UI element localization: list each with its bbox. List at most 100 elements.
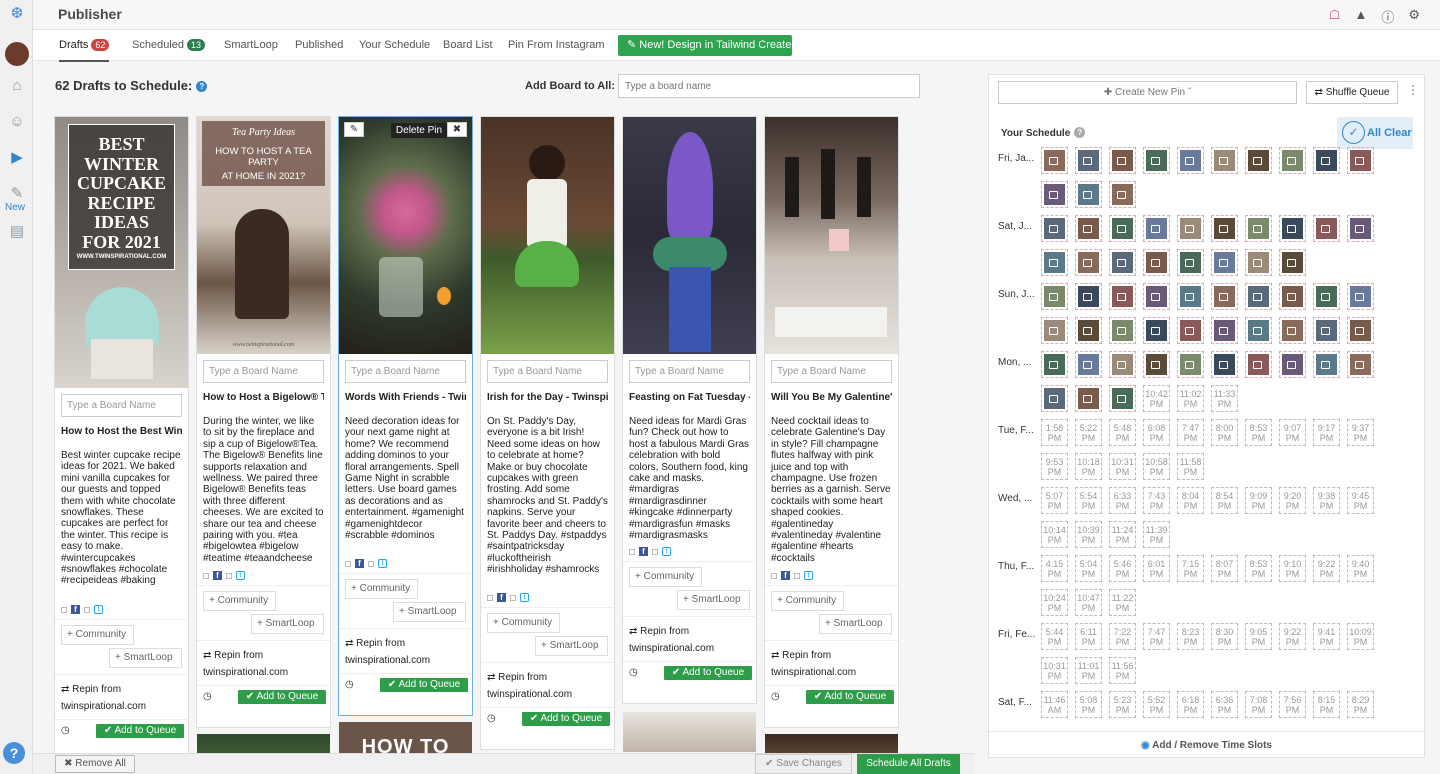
empty-time-slot[interactable]: 9:41 PM [1313, 623, 1340, 650]
scheduled-pin-slot[interactable] [1143, 317, 1170, 344]
scheduled-pin-slot[interactable] [1041, 215, 1068, 242]
draft-card[interactable]: BEST WINTER CUPCAKE RECIPE IDEAS FOR 202… [54, 116, 189, 756]
scheduled-pin-slot[interactable] [1177, 283, 1204, 310]
save-changes-button[interactable]: ✔ Save Changes [755, 754, 852, 774]
scheduled-pin-slot[interactable] [1109, 351, 1136, 378]
scheduled-pin-slot[interactable] [1279, 317, 1306, 344]
empty-time-slot[interactable]: 11:58 PM [1177, 453, 1204, 480]
pin-description[interactable]: Need decoration ideas for your next game… [345, 416, 466, 548]
empty-time-slot[interactable]: 8:15 PM [1313, 691, 1340, 718]
bell-icon[interactable]: ▲ [1354, 7, 1367, 26]
pin-description[interactable]: On St. Paddy's Day, everyone is a bit Ir… [487, 416, 608, 582]
facebook-icon[interactable]: f [497, 593, 506, 602]
empty-time-slot[interactable]: 9:09 PM [1245, 487, 1272, 514]
empty-time-slot[interactable]: 10:14 PM [1041, 521, 1068, 548]
empty-time-slot[interactable]: 7:47 PM [1143, 623, 1170, 650]
clock-icon[interactable]: ◷ [61, 725, 70, 736]
twitter-icon[interactable]: t [236, 571, 245, 580]
scheduled-pin-slot[interactable] [1109, 215, 1136, 242]
scheduled-pin-slot[interactable] [1143, 215, 1170, 242]
create-new-pin-button[interactable]: ✚ Create New Pin ˇ [998, 81, 1297, 104]
scheduled-pin-slot[interactable] [1075, 385, 1102, 412]
pin-title[interactable]: Feasting on Fat Tuesday - Mardi Gras [629, 392, 750, 404]
community-button[interactable]: + Community [345, 579, 418, 599]
board-name-input[interactable]: Type a Board Name [629, 360, 750, 383]
scheduled-pin-slot[interactable] [1245, 283, 1272, 310]
community-button[interactable]: + Community [629, 567, 702, 587]
scheduled-pin-slot[interactable] [1347, 147, 1374, 174]
scheduled-pin-slot[interactable] [1245, 215, 1272, 242]
add-remove-time-slots-button[interactable]: ◉ Add / Remove Time Slots [989, 731, 1424, 758]
empty-time-slot[interactable]: 9:37 PM [1347, 419, 1374, 446]
board-name-input[interactable]: Type a Board Name [203, 360, 324, 383]
empty-time-slot[interactable]: 6:18 PM [1177, 691, 1204, 718]
checkbox[interactable] [487, 594, 493, 601]
tab-scheduled[interactable]: Scheduled 13 [132, 39, 206, 51]
empty-time-slot[interactable]: 11:39 PM [1143, 521, 1170, 548]
empty-time-slot[interactable]: 9:22 PM [1313, 555, 1340, 582]
scheduled-pin-slot[interactable] [1109, 249, 1136, 276]
pin-title[interactable]: Will You Be My Galentine's Day [771, 392, 892, 404]
empty-time-slot[interactable]: 8:54 PM [1211, 487, 1238, 514]
scheduled-pin-slot[interactable] [1041, 147, 1068, 174]
design-in-create-button[interactable]: ✎ New! Design in Tailwind Create [618, 35, 792, 56]
smartloop-button[interactable]: + SmartLoop [535, 636, 608, 656]
tab-board-list[interactable]: Board List [443, 39, 493, 51]
checkbox[interactable] [510, 594, 516, 601]
add-to-queue-button[interactable]: ✔ Add to Queue [522, 712, 610, 726]
empty-time-slot[interactable]: 9:53 PM [1041, 453, 1068, 480]
scheduled-pin-slot[interactable] [1313, 283, 1340, 310]
draft-card[interactable]: Type a Board Name Feasting on Fat Tuesda… [622, 116, 757, 704]
empty-time-slot[interactable]: 5:23 PM [1109, 691, 1136, 718]
question-icon[interactable]: ⓘ [1381, 7, 1394, 26]
source-domain[interactable]: twinspirational.com [771, 667, 856, 678]
board-name-input[interactable]: Type a Board Name [771, 360, 892, 383]
scheduled-pin-slot[interactable] [1279, 147, 1306, 174]
scheduled-pin-slot[interactable] [1245, 147, 1272, 174]
empty-time-slot[interactable]: 6:36 PM [1211, 691, 1238, 718]
analytics-icon[interactable]: ▤ [8, 224, 26, 240]
empty-time-slot[interactable]: 10:42 PM [1143, 385, 1170, 412]
tab-your-schedule[interactable]: Your Schedule [359, 39, 430, 51]
add-to-queue-button[interactable]: ✔ Add to Queue [380, 678, 468, 692]
pin-description[interactable]: During the winter, we like to sit by the… [203, 416, 324, 564]
empty-time-slot[interactable]: 6:33 PM [1109, 487, 1136, 514]
community-button[interactable]: + Community [771, 591, 844, 611]
empty-time-slot[interactable]: 7:22 PM [1109, 623, 1136, 650]
empty-time-slot[interactable]: 5:08 PM [1075, 691, 1102, 718]
empty-time-slot[interactable]: 11:46 AM [1041, 691, 1068, 718]
pin-description[interactable]: Need cocktail ideas to celebrate Galenti… [771, 416, 892, 564]
source-domain[interactable]: twinspirational.com [629, 643, 714, 654]
scheduled-pin-slot[interactable] [1075, 351, 1102, 378]
scheduled-pin-slot[interactable] [1313, 317, 1340, 344]
checkbox[interactable] [652, 548, 658, 555]
source-domain[interactable]: twinspirational.com [203, 667, 288, 678]
avatar[interactable] [5, 42, 29, 66]
clock-icon[interactable]: ◷ [203, 691, 212, 702]
scheduled-pin-slot[interactable] [1075, 317, 1102, 344]
scheduled-pin-slot[interactable] [1211, 317, 1238, 344]
clock-icon[interactable]: ◷ [345, 679, 354, 690]
scheduled-pin-slot[interactable] [1109, 181, 1136, 208]
tailwind-logo-icon[interactable]: ❆ [8, 6, 26, 22]
smartloop-button[interactable]: + SmartLoop [109, 648, 182, 668]
scheduled-pin-slot[interactable] [1211, 215, 1238, 242]
scheduled-pin-slot[interactable] [1245, 317, 1272, 344]
gear-icon[interactable]: ⚙ [1408, 7, 1420, 26]
empty-time-slot[interactable]: 11:01 PM [1075, 657, 1102, 684]
scheduled-pin-slot[interactable] [1177, 147, 1204, 174]
scheduled-pin-slot[interactable] [1347, 351, 1374, 378]
scheduled-pin-slot[interactable] [1075, 181, 1102, 208]
pin-title[interactable]: Irish for the Day - Twinspirational [487, 392, 608, 404]
board-name-input[interactable]: Type a Board Name [345, 360, 466, 383]
rail-new-label[interactable]: New [5, 202, 25, 213]
twitter-icon[interactable]: t [520, 593, 529, 602]
empty-time-slot[interactable]: 10:09 PM [1347, 623, 1374, 650]
scheduled-pin-slot[interactable] [1313, 147, 1340, 174]
smartloop-button[interactable]: + SmartLoop [819, 614, 892, 634]
empty-time-slot[interactable]: 10:18 PM [1075, 453, 1102, 480]
draft-card[interactable]: Type a Board Name Will You Be My Galenti… [764, 116, 899, 728]
shuffle-queue-button[interactable]: ⇄ Shuffle Queue [1306, 81, 1398, 104]
add-to-queue-button[interactable]: ✔ Add to Queue [238, 690, 326, 704]
facebook-icon[interactable]: f [781, 571, 790, 580]
